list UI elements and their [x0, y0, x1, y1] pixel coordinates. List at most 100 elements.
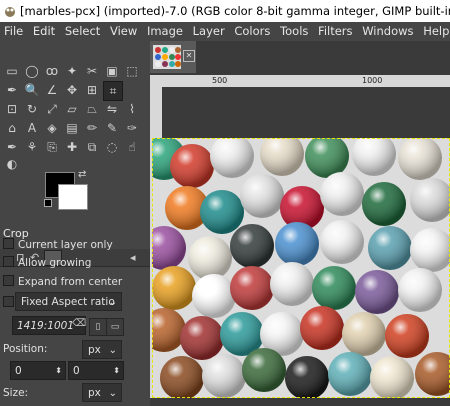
menu-edit[interactable]: Edit — [30, 22, 58, 41]
current-layer-only-checkbox[interactable] — [3, 238, 14, 249]
tab-menu-icon[interactable]: ◂ — [130, 251, 136, 264]
expand-from-center-checkbox[interactable] — [3, 275, 14, 286]
heal-icon[interactable]: ✚ — [63, 138, 81, 156]
position-x-entry[interactable]: 0 ⬍ — [10, 361, 66, 380]
marble-shine — [192, 274, 236, 318]
marble-shine — [200, 190, 244, 234]
paintbrush-icon[interactable]: ✏ — [83, 119, 101, 137]
scissors-icon[interactable]: ✂ — [83, 62, 101, 80]
rotate-icon[interactable]: ↻ — [23, 100, 41, 118]
mypaint-icon[interactable]: ⚘ — [23, 138, 41, 156]
menu-layer[interactable]: Layer — [190, 22, 228, 41]
bucket-fill-icon[interactable]: ◈ — [43, 119, 61, 137]
scale-icon[interactable]: ⤢ — [43, 100, 61, 118]
smudge-icon[interactable]: ☝ — [123, 138, 141, 156]
swap-colors-icon[interactable]: ⇄ — [78, 169, 86, 180]
image-thumbnail[interactable] — [153, 45, 181, 69]
cage-icon[interactable]: ⌂ — [3, 119, 21, 137]
flip-icon[interactable]: ⇋ — [103, 100, 121, 118]
chevron-down-icon: ⌄ — [108, 297, 117, 308]
fullscreen-icon[interactable]: ⬚ — [123, 62, 141, 80]
position-y-entry[interactable]: 0 ⬍ — [68, 361, 124, 380]
allow-growing-label: Allow growing — [18, 257, 92, 269]
allow-growing-row[interactable]: Allow growing — [3, 256, 91, 269]
expand-from-center-label: Expand from center — [18, 276, 123, 288]
marble-shine — [275, 222, 319, 266]
window-title: [marbles-pcx] (imported)-7.0 (RGB color … — [20, 4, 450, 18]
pencil-icon[interactable]: ✎ — [103, 119, 121, 137]
menu-help[interactable]: Help — [420, 22, 450, 41]
position-unit-dropdown[interactable]: px ⌄ — [82, 340, 122, 359]
shear-icon[interactable]: ▱ — [63, 100, 81, 118]
measure-icon[interactable]: ∠ — [43, 81, 61, 99]
menu-filters[interactable]: Filters — [315, 22, 355, 41]
size-unit-dropdown[interactable]: px ⌄ — [82, 383, 122, 402]
spin-icon[interactable]: ⬍ — [55, 361, 62, 380]
menu-file[interactable]: File — [0, 22, 26, 41]
gradient-icon[interactable]: ▤ — [63, 119, 81, 137]
expand-from-center-row[interactable]: Expand from center — [3, 275, 122, 288]
horizontal-ruler[interactable]: 500 1000 — [150, 75, 450, 87]
marble-shine — [240, 174, 284, 218]
color-picker-icon[interactable]: ✒ — [3, 81, 21, 99]
position-label: Position: — [3, 343, 48, 355]
landscape-icon[interactable]: ▭ — [106, 318, 124, 336]
marble-shine — [300, 306, 344, 350]
menu-windows[interactable]: Windows — [359, 22, 416, 41]
marble-shine — [170, 144, 214, 188]
align-icon[interactable]: ⊞ — [83, 81, 101, 99]
zoom-icon[interactable]: 🔍 — [23, 81, 41, 99]
aspect-ratio-value: 1419:1001 — [17, 320, 74, 332]
clear-icon[interactable]: ⌫ — [72, 318, 86, 329]
ellipse-select-icon[interactable]: ◯ — [23, 62, 41, 80]
marble-shine — [320, 220, 364, 264]
marble-shine — [398, 138, 442, 180]
marble-shine — [385, 314, 429, 358]
marble-shine — [398, 268, 442, 312]
gimp-app-icon — [5, 7, 15, 17]
marble-shine — [352, 138, 396, 176]
blur-icon[interactable]: ◌ — [103, 138, 121, 156]
marble-shine — [160, 356, 204, 398]
airbrush-icon[interactable]: ✑ — [123, 119, 141, 137]
marble-shine — [328, 352, 372, 396]
fixed-checkbox[interactable] — [3, 296, 14, 307]
ruler-mark-500: 500 — [212, 76, 228, 85]
marble-shine — [410, 178, 450, 222]
crop-icon[interactable]: ⌗ — [103, 81, 123, 101]
default-colors-icon[interactable] — [44, 199, 52, 207]
background-color[interactable] — [58, 184, 88, 210]
foreground-select-icon[interactable]: ▣ — [103, 62, 121, 80]
lasso-icon[interactable]: ꝏ — [43, 62, 61, 80]
dodge-burn-icon[interactable]: ◐ — [3, 155, 21, 173]
menu-image[interactable]: Image — [144, 22, 186, 41]
fuzzy-select-icon[interactable]: ✦ — [63, 62, 81, 80]
current-layer-only-label: Current layer only — [18, 239, 113, 251]
menu-view[interactable]: View — [107, 22, 140, 41]
menu-select[interactable]: Select — [62, 22, 103, 41]
rect-select-icon[interactable]: ▭ — [3, 62, 21, 80]
ink-icon[interactable]: ✒ — [3, 138, 21, 156]
warp-icon[interactable]: ⌇ — [123, 100, 141, 118]
perspective-icon[interactable]: ⏢ — [83, 100, 101, 118]
menu-tools[interactable]: Tools — [277, 22, 311, 41]
close-image-tab-icon[interactable]: ✕ — [183, 50, 195, 62]
marble-shine — [210, 138, 254, 178]
marble-shine — [230, 266, 274, 310]
marble-shine — [152, 308, 186, 352]
marble-shine — [242, 348, 286, 392]
fixed-mode-dropdown[interactable]: Fixed Aspect ratio ⌄ — [15, 292, 122, 311]
spin-icon[interactable]: ⬍ — [113, 361, 120, 380]
unified-transform-icon[interactable]: ⊡ — [3, 100, 21, 118]
allow-growing-checkbox[interactable] — [3, 256, 14, 267]
position-x-value: 0 — [15, 365, 22, 377]
chevron-down-icon: ⌄ — [108, 388, 117, 399]
portrait-icon[interactable]: ▯ — [89, 318, 107, 336]
current-layer-only-row[interactable]: Current layer only — [3, 238, 113, 251]
text-icon[interactable]: A — [23, 119, 41, 137]
perspective-clone-icon[interactable]: ⧉ — [83, 138, 101, 156]
marbles-photo[interactable] — [152, 138, 450, 398]
move-icon[interactable]: ✥ — [63, 81, 81, 99]
clone-icon[interactable]: ⎘ — [43, 138, 61, 156]
menu-colors[interactable]: Colors — [231, 22, 273, 41]
